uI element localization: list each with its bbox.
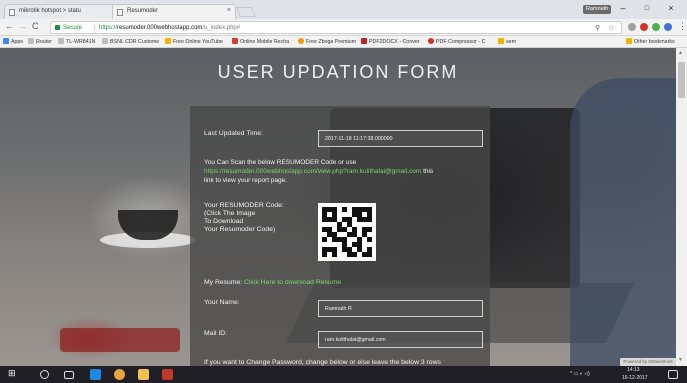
last-updated-label: Last Updated Time: <box>204 130 263 137</box>
minimize-button[interactable]: – <box>614 3 632 13</box>
bookmark-apps[interactable]: Apps <box>3 38 23 45</box>
page-viewport: USER UPDATION FORM Last Updated Time: 20… <box>0 48 676 366</box>
bookmark-icon <box>165 38 171 44</box>
page-icon <box>117 9 123 16</box>
page-title: USER UPDATION FORM <box>217 62 459 82</box>
extension-green-icon[interactable] <box>652 23 660 31</box>
bookmark-tl-wr841n[interactable]: TL-WR841N <box>58 38 95 45</box>
bookmark-star-icon[interactable]: ☆ <box>608 24 614 32</box>
clock-time[interactable]: 14:13 <box>627 367 640 373</box>
bookmark-icon <box>232 38 238 44</box>
download-resume-link[interactable]: Click Here to download Resume <box>244 279 341 286</box>
qr-label: Your RESUMODER Code: (Click The Image To… <box>204 202 284 233</box>
tab-close-icon[interactable]: × <box>227 7 231 14</box>
tray-icons[interactable]: ^ ▭ ◐ ◁) <box>570 371 590 377</box>
task-view-icon[interactable] <box>64 371 74 379</box>
apps-icon <box>3 38 9 44</box>
bookmark-icon <box>298 38 304 44</box>
maximize-button[interactable]: □ <box>638 5 656 12</box>
taskbar: ⊞ ^ ▭ ◐ ◁) 14:13 16-12-2017 <box>0 366 687 383</box>
tab-bar: mikrotik hotspot > statu × Resumoder × R… <box>0 0 687 19</box>
qr-code-image[interactable] <box>318 203 376 261</box>
secure-label: Secure <box>63 25 83 31</box>
bookmark-pdf2docx[interactable]: PDF2DOCX - Conver <box>361 38 420 45</box>
bookmark-bsnl[interactable]: BSNL CDR Custome <box>102 38 159 45</box>
forward-icon[interactable]: → <box>18 21 27 31</box>
view-report-link[interactable]: https://resumoder.000webhostapp.com/view… <box>204 168 421 175</box>
lock-icon <box>55 25 60 30</box>
zoom-icon[interactable]: ⚲ <box>595 24 600 32</box>
extension-icon[interactable] <box>628 23 636 31</box>
name-label: Your Name: <box>204 299 240 306</box>
back-icon[interactable]: ← <box>5 21 14 31</box>
scroll-thumb[interactable] <box>678 62 685 98</box>
bookmark-zboga[interactable]: Free Zboga Premium <box>298 38 356 45</box>
opera-icon[interactable] <box>640 23 648 31</box>
close-window-button[interactable]: × <box>662 3 680 13</box>
page-icon <box>102 38 108 44</box>
bookmark-pdf-compressor[interactable]: PDF Compressor - C <box>428 38 485 45</box>
scroll-up-icon[interactable]: ▲ <box>678 50 683 56</box>
new-tab-button[interactable] <box>236 7 256 17</box>
mail-input[interactable]: ram.kulithalai@gmail.com <box>318 331 483 348</box>
folder-icon <box>626 38 632 44</box>
windows-start-icon[interactable]: ⊞ <box>8 368 19 379</box>
profile-button[interactable]: Ramnath <box>583 5 612 14</box>
bookmark-youtube[interactable]: Free Online YouTube <box>165 38 223 45</box>
tab-resumoder[interactable]: Resumoder × <box>112 4 236 19</box>
scan-info: You Can Scan the below RESUMODER Code or… <box>204 159 434 184</box>
password-note: If you want to Change Password, change b… <box>204 359 446 366</box>
mail-label: Mail ID: <box>204 330 228 337</box>
bookmark-mobile-recharge[interactable]: Online Mobile Recha <box>232 38 289 45</box>
page-icon <box>28 38 34 44</box>
extension-blue-icon[interactable] <box>664 23 672 31</box>
bookmark-sem[interactable]: sem <box>498 38 516 45</box>
chrome-icon[interactable] <box>114 369 125 380</box>
clock-date[interactable]: 16-12-2017 <box>622 375 648 381</box>
edge-icon[interactable] <box>90 369 101 380</box>
url-text[interactable]: https://resumoder.000webhostapp.com/u_in… <box>99 25 240 31</box>
search-icon[interactable] <box>40 370 49 379</box>
page-icon <box>9 9 15 16</box>
bookmarks-bar: Apps Router TL-WR841N BSNL CDR Custome F… <box>0 36 687 48</box>
reload-icon[interactable]: C <box>32 21 39 31</box>
scroll-down-icon[interactable]: ▼ <box>678 357 683 363</box>
toolbar: ← → C Secure | https://resumoder.000webh… <box>0 19 687 36</box>
resume-row: My Resume: Click Here to download Resume <box>204 279 342 286</box>
bookmark-router[interactable]: Router <box>28 38 52 45</box>
menu-icon[interactable]: ⋮ <box>678 21 687 32</box>
scrollbar[interactable]: ▲ ▼ <box>676 48 687 366</box>
bookmark-icon <box>498 38 504 44</box>
pdf-app-icon[interactable] <box>162 369 173 380</box>
page-icon <box>58 38 64 44</box>
name-input[interactable]: Ramnath R <box>318 300 483 317</box>
tab-title: Resumoder <box>127 8 159 14</box>
bookmark-icon <box>361 38 367 44</box>
address-bar[interactable]: Secure | https://resumoder.000webhostapp… <box>50 21 622 34</box>
tab-title: mikrotik hotspot > statu <box>19 8 81 14</box>
file-explorer-icon[interactable] <box>138 369 149 380</box>
qr-code-icon <box>322 207 372 257</box>
notifications-icon[interactable] <box>668 370 678 379</box>
last-updated-field[interactable]: 2017-11-18 11:17:38.000000 <box>318 130 483 147</box>
bookmark-icon <box>428 38 434 44</box>
bookmark-other[interactable]: Other bookmarks <box>626 38 675 45</box>
powered-by-badge[interactable]: Powered by 000webhost <box>620 358 676 366</box>
